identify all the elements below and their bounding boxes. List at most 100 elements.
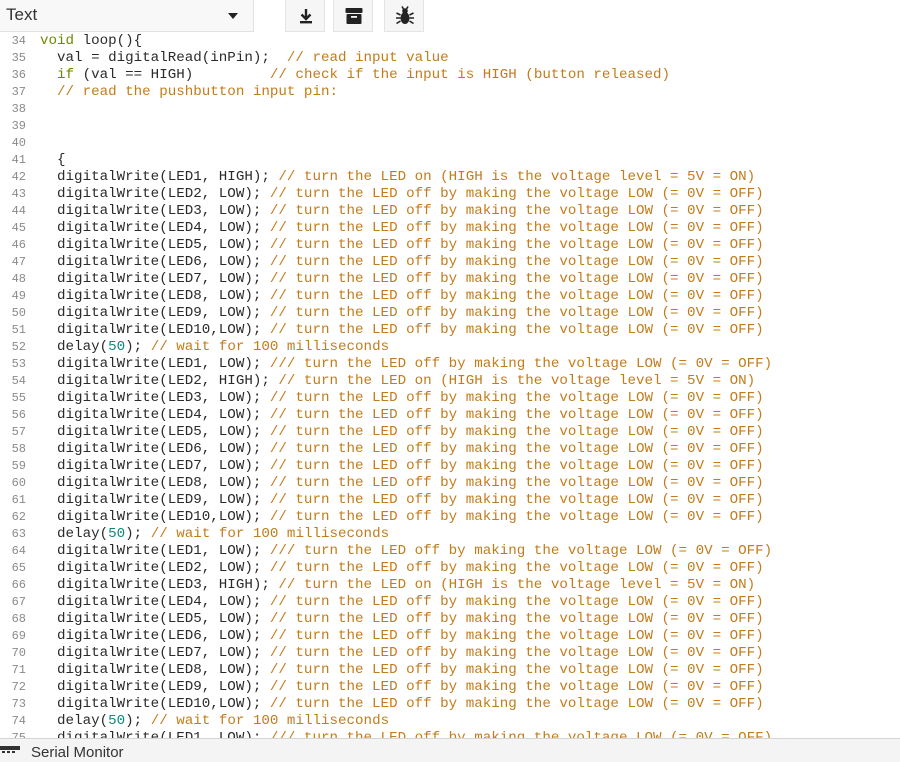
code-text: digitalWrite(LED9, LOW); // turn the LED… (40, 679, 764, 695)
line-number: 66 (11, 578, 26, 592)
line-number: 60 (11, 476, 26, 490)
line-number: 46 (11, 238, 26, 252)
code-text: digitalWrite(LED10,LOW); // turn the LED… (40, 509, 764, 525)
code-line[interactable]: 67 digitalWrite(LED4, LOW); // turn the … (0, 594, 900, 611)
code-line[interactable]: 65 digitalWrite(LED2, LOW); // turn the … (0, 560, 900, 577)
code-text: digitalWrite(LED6, LOW); // turn the LED… (40, 628, 764, 644)
code-line[interactable]: 49 digitalWrite(LED8, LOW); // turn the … (0, 288, 900, 305)
code-text: digitalWrite(LED3, HIGH); // turn the LE… (40, 577, 756, 593)
code-text: digitalWrite(LED2, LOW); // turn the LED… (40, 560, 764, 576)
code-text: digitalWrite(LED7, LOW); // turn the LED… (40, 645, 764, 661)
code-text: digitalWrite(LED1, HIGH); // turn the LE… (40, 169, 756, 185)
download-button[interactable] (285, 0, 325, 32)
bug-icon (396, 6, 414, 25)
code-line[interactable]: 57 digitalWrite(LED5, LOW); // turn the … (0, 424, 900, 441)
code-text: digitalWrite(LED1, LOW); /// turn the LE… (40, 356, 773, 372)
download-icon (300, 9, 312, 24)
code-line[interactable]: 60 digitalWrite(LED8, LOW); // turn the … (0, 475, 900, 492)
code-text: digitalWrite(LED7, LOW); // turn the LED… (40, 458, 764, 474)
code-text: digitalWrite(LED6, LOW); // turn the LED… (40, 254, 764, 270)
code-line[interactable]: 70 digitalWrite(LED7, LOW); // turn the … (0, 645, 900, 662)
line-number: 39 (11, 119, 26, 133)
code-line[interactable]: 44 digitalWrite(LED3, LOW); // turn the … (0, 203, 900, 220)
code-line[interactable]: 50 digitalWrite(LED9, LOW); // turn the … (0, 305, 900, 322)
code-text: digitalWrite(LED8, LOW); // turn the LED… (40, 288, 764, 304)
code-line[interactable]: 64 digitalWrite(LED1, LOW); /// turn the… (0, 543, 900, 560)
code-text: digitalWrite(LED10,LOW); // turn the LED… (40, 322, 764, 338)
serial-monitor-toggle[interactable]: Serial Monitor (31, 744, 124, 761)
editor-toolbar: Text (0, 0, 900, 34)
code-line[interactable]: 55 digitalWrite(LED3, LOW); // turn the … (0, 390, 900, 407)
code-line[interactable]: 69 digitalWrite(LED6, LOW); // turn the … (0, 628, 900, 645)
line-number: 57 (11, 425, 26, 439)
line-number: 42 (11, 170, 26, 184)
code-line[interactable]: 37 // read the pushbutton input pin: (0, 84, 900, 101)
status-bar: Serial Monitor (0, 738, 900, 762)
line-number: 34 (11, 34, 26, 48)
code-line[interactable]: 38 (0, 101, 900, 118)
code-line[interactable]: 56 digitalWrite(LED4, LOW); // turn the … (0, 407, 900, 424)
code-line[interactable]: 62 digitalWrite(LED10,LOW); // turn the … (0, 509, 900, 526)
line-number: 44 (11, 204, 26, 218)
code-line[interactable]: 73 digitalWrite(LED10,LOW); // turn the … (0, 696, 900, 713)
line-number: 62 (11, 510, 26, 524)
code-line[interactable]: 74 delay(50); // wait for 100 millisecon… (0, 713, 900, 730)
code-line[interactable]: 53 digitalWrite(LED1, LOW); /// turn the… (0, 356, 900, 373)
line-number: 36 (11, 68, 26, 82)
line-number: 51 (11, 323, 26, 337)
code-text: digitalWrite(LED5, LOW); // turn the LED… (40, 611, 764, 627)
code-line[interactable]: 39 (0, 118, 900, 135)
code-line[interactable]: 45 digitalWrite(LED4, LOW); // turn the … (0, 220, 900, 237)
code-line[interactable]: 63 delay(50); // wait for 100 millisecon… (0, 526, 900, 543)
code-line[interactable]: 54 digitalWrite(LED2, HIGH); // turn the… (0, 373, 900, 390)
code-line[interactable]: 41 { (0, 152, 900, 169)
line-number: 40 (11, 136, 26, 150)
code-line[interactable]: 47 digitalWrite(LED6, LOW); // turn the … (0, 254, 900, 271)
code-line[interactable]: 68 digitalWrite(LED5, LOW); // turn the … (0, 611, 900, 628)
code-line[interactable]: 46 digitalWrite(LED5, LOW); // turn the … (0, 237, 900, 254)
line-number: 73 (11, 697, 26, 711)
line-number: 63 (11, 527, 26, 541)
code-line[interactable]: 40 (0, 135, 900, 152)
code-text: digitalWrite(LED2, LOW); // turn the LED… (40, 186, 764, 202)
line-number: 65 (11, 561, 26, 575)
code-line[interactable]: 58 digitalWrite(LED6, LOW); // turn the … (0, 441, 900, 458)
code-line[interactable]: 59 digitalWrite(LED7, LOW); // turn the … (0, 458, 900, 475)
code-line[interactable]: 36 if (val == HIGH) // check if the inpu… (0, 67, 900, 84)
code-text: digitalWrite(LED9, LOW); // turn the LED… (40, 305, 764, 321)
line-number: 69 (11, 629, 26, 643)
code-line[interactable]: 72 digitalWrite(LED9, LOW); // turn the … (0, 679, 900, 696)
line-number: 52 (11, 340, 26, 354)
code-line[interactable]: 51 digitalWrite(LED10,LOW); // turn the … (0, 322, 900, 339)
line-number: 71 (11, 663, 26, 677)
archive-button[interactable] (333, 0, 373, 32)
code-line[interactable]: 66 digitalWrite(LED3, HIGH); // turn the… (0, 577, 900, 594)
code-editor[interactable]: 34 void loop(){35 val = digitalRead(inPin… (0, 34, 900, 738)
line-number: 67 (11, 595, 26, 609)
code-text: digitalWrite(LED6, LOW); // turn the LED… (40, 441, 764, 457)
code-line[interactable]: 43 digitalWrite(LED2, LOW); // turn the … (0, 186, 900, 203)
code-line[interactable]: 71 digitalWrite(LED8, LOW); // turn the … (0, 662, 900, 679)
code-line[interactable]: 34 void loop(){ (0, 34, 900, 50)
code-line[interactable]: 61 digitalWrite(LED9, LOW); // turn the … (0, 492, 900, 509)
code-text: if (val == HIGH) // check if the input i… (57, 67, 671, 83)
line-number: 49 (11, 289, 26, 303)
code-text: digitalWrite(LED9, LOW); // turn the LED… (40, 492, 764, 508)
debug-button[interactable] (384, 0, 424, 32)
line-number: 35 (11, 51, 26, 65)
code-line[interactable]: 42 digitalWrite(LED1, HIGH); // turn the… (0, 169, 900, 186)
line-number: 38 (11, 102, 26, 116)
code-text: delay(50); // wait for 100 milliseconds (40, 713, 390, 729)
code-line[interactable]: 48 digitalWrite(LED7, LOW); // turn the … (0, 271, 900, 288)
code-text: digitalWrite(LED4, LOW); // turn the LED… (40, 407, 764, 423)
code-line[interactable]: 75 digitalWrite(LED1, LOW); /// turn the… (0, 730, 900, 738)
code-text: digitalWrite(LED1, LOW); /// turn the LE… (40, 543, 773, 559)
code-text: digitalWrite(LED4, LOW); // turn the LED… (40, 594, 764, 610)
mode-select[interactable]: Text (0, 0, 254, 32)
code-line[interactable]: 52 delay(50); // wait for 100 millisecon… (0, 339, 900, 356)
code-line[interactable]: 35 val = digitalRead(inPin); // read inp… (0, 50, 900, 67)
line-number: 61 (11, 493, 26, 507)
line-number: 68 (11, 612, 26, 626)
code-text: digitalWrite(LED8, LOW); // turn the LED… (40, 662, 764, 678)
code-text: digitalWrite(LED5, LOW); // turn the LED… (40, 237, 764, 253)
